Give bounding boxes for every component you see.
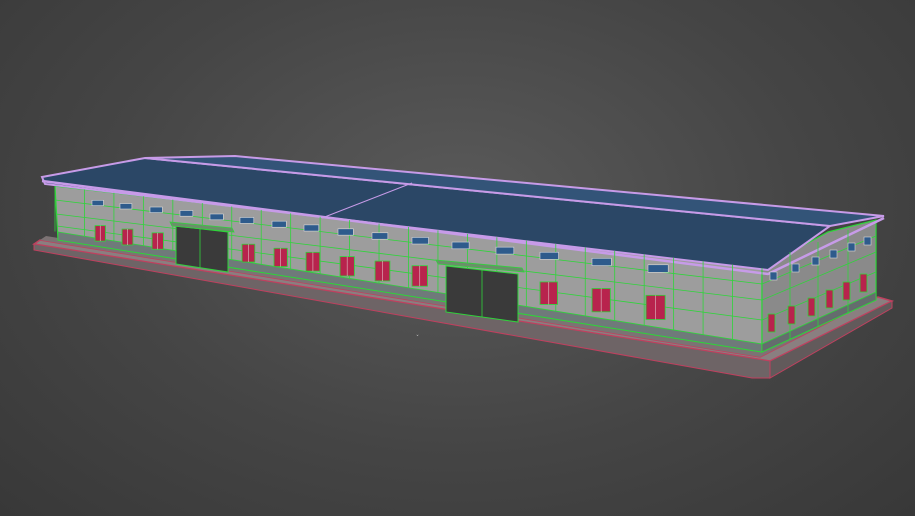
- upper-window: [119, 203, 133, 210]
- viewport-scene[interactable]: ˇ: [0, 0, 915, 516]
- lower-window: [151, 232, 164, 250]
- upper-window: [495, 246, 515, 255]
- lower-window: [94, 225, 106, 242]
- side-lower-window: [859, 273, 868, 293]
- lower-window: [241, 243, 256, 263]
- lower-window: [339, 256, 355, 277]
- side-lower-window: [767, 313, 776, 333]
- upper-window: [411, 237, 429, 245]
- side-lower-window: [787, 305, 796, 325]
- pivot-marker: ˇ: [416, 335, 419, 342]
- lower-window: [374, 260, 391, 282]
- upper-window: [451, 241, 470, 250]
- upper-window: [91, 199, 104, 206]
- upper-window: [179, 210, 194, 217]
- upper-window: [209, 213, 224, 221]
- side-lower-window: [807, 297, 816, 317]
- lower-window: [591, 288, 611, 313]
- side-upper-window: [791, 263, 800, 273]
- lower-window: [539, 281, 558, 305]
- upper-window: [303, 224, 320, 232]
- side-upper-window: [847, 242, 856, 252]
- upper-window: [539, 251, 559, 260]
- upper-window: [337, 228, 354, 236]
- side-upper-window: [811, 256, 820, 266]
- side-lower-window: [842, 281, 851, 301]
- lower-window: [411, 265, 428, 287]
- upper-window: [591, 257, 612, 266]
- lower-window: [645, 294, 666, 320]
- side-upper-window: [863, 236, 872, 246]
- 3d-viewport[interactable]: ˇ: [0, 0, 915, 516]
- garage-door-left[interactable]: [169, 221, 235, 273]
- garage-door-right[interactable]: [435, 259, 525, 323]
- side-upper-window: [829, 249, 838, 259]
- side-lower-window: [825, 289, 834, 309]
- lower-window: [273, 247, 288, 267]
- side-upper-window: [769, 271, 778, 281]
- upper-window: [239, 217, 255, 224]
- lower-window: [121, 228, 134, 246]
- upper-window: [371, 232, 389, 240]
- upper-window: [149, 206, 163, 213]
- lower-window: [305, 251, 321, 272]
- upper-window: [647, 264, 669, 273]
- upper-window: [271, 220, 287, 228]
